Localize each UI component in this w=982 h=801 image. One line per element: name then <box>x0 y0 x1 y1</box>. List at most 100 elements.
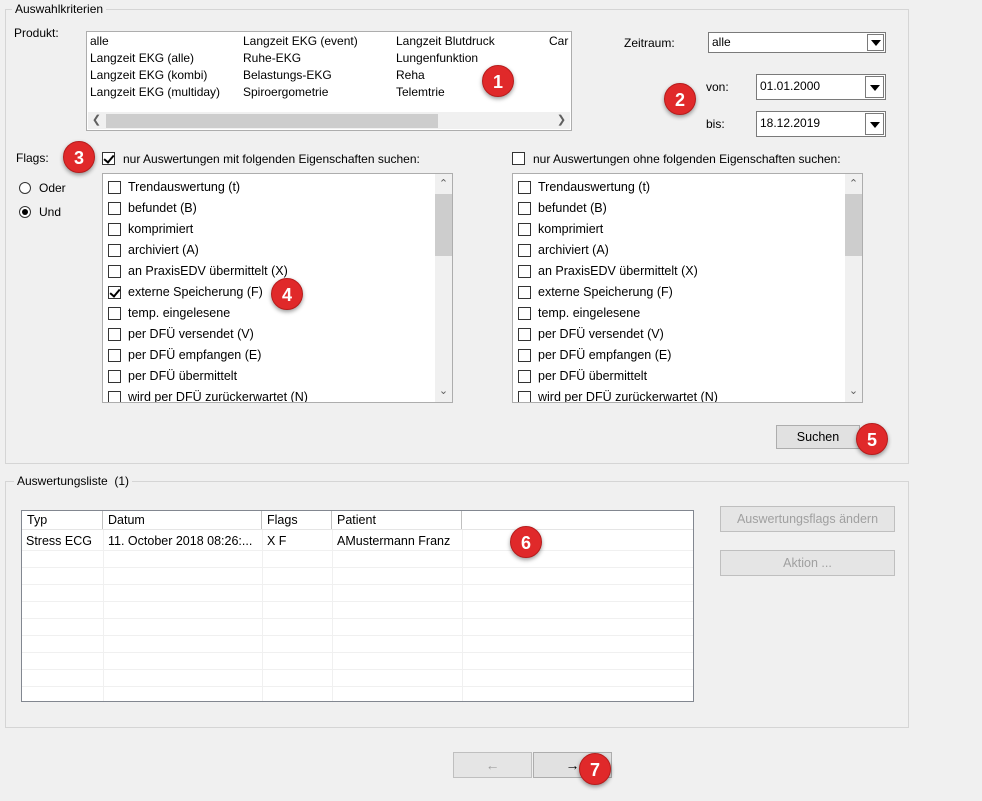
with-flag-checkbox[interactable] <box>108 223 121 236</box>
gridline <box>22 635 693 636</box>
without-flag-checkbox[interactable] <box>518 391 531 402</box>
scroll-thumb[interactable] <box>435 194 452 256</box>
annotation-badge-2: 2 <box>664 83 696 115</box>
with-flag-checkbox[interactable] <box>108 265 121 278</box>
without-flags-scrollbar[interactable]: ⌃ ⌄ <box>845 174 862 402</box>
bis-date-picker[interactable]: 18.12.2019 <box>756 111 886 137</box>
without-flag-label: komprimiert <box>538 222 604 236</box>
with-flags-checkbox[interactable] <box>102 152 115 165</box>
without-flag-checkbox[interactable] <box>518 370 531 383</box>
column-header-flags[interactable]: Flags <box>262 511 332 529</box>
cell-typ: Stress ECG <box>26 534 92 548</box>
von-date-picker[interactable]: 01.01.2000 <box>756 74 886 100</box>
with-flag-label: komprimiert <box>128 222 194 236</box>
annotation-badge-7: 7 <box>579 753 611 785</box>
radio-oder-label[interactable]: Oder <box>39 181 66 195</box>
results-listview[interactable]: Typ Datum Flags Patient Stress ECG 11. O… <box>21 510 694 702</box>
with-flag-label: per DFÜ versendet (V) <box>128 327 254 341</box>
gridline <box>22 550 693 551</box>
without-flag-checkbox[interactable] <box>518 223 531 236</box>
without-flag-checkbox[interactable] <box>518 349 531 362</box>
product-item[interactable]: Telemtrie <box>396 84 495 101</box>
without-flag-checkbox[interactable] <box>518 244 531 257</box>
without-flags-checkbox[interactable] <box>512 152 525 165</box>
change-flags-button[interactable]: Auswertungsflags ändern <box>720 506 895 532</box>
action-button[interactable]: Aktion ... <box>720 550 895 576</box>
product-item[interactable]: Lungenfunktion <box>396 50 495 67</box>
back-button[interactable]: ← <box>453 752 532 778</box>
product-item[interactable]: Reha <box>396 67 495 84</box>
bis-dropdown-button[interactable] <box>865 113 884 135</box>
product-column-3: Langzeit Blutdruck Lungenfunktion Reha T… <box>396 33 495 101</box>
product-item[interactable]: Langzeit EKG (multiday) <box>90 84 220 101</box>
column-header-patient[interactable]: Patient <box>332 511 462 529</box>
cell-datum: 11. October 2018 08:26:... <box>108 534 253 548</box>
column-header-datum[interactable]: Datum <box>103 511 262 529</box>
chevron-down-icon <box>871 40 881 46</box>
scroll-left-icon[interactable]: ❮ <box>88 112 105 129</box>
von-dropdown-button[interactable] <box>865 76 884 98</box>
table-row[interactable]: Stress ECG 11. October 2018 08:26:... X … <box>22 532 693 550</box>
radio-und-label[interactable]: Und <box>39 205 61 219</box>
with-flags-label[interactable]: nur Auswertungen mit folgenden Eigenscha… <box>123 152 420 166</box>
with-flag-checkbox[interactable] <box>108 202 121 215</box>
product-item[interactable]: Spiroergometrie <box>243 84 358 101</box>
annotation-badge-6: 6 <box>510 526 542 558</box>
action-button-label: Aktion ... <box>783 556 832 570</box>
gridline <box>332 530 333 701</box>
with-flag-checkbox[interactable] <box>108 370 121 383</box>
without-flag-label: archiviert (A) <box>538 243 609 257</box>
chevron-down-icon[interactable]: ⌄ <box>845 383 862 400</box>
scroll-thumb[interactable] <box>845 194 862 256</box>
with-flag-checkbox[interactable] <box>108 244 121 257</box>
product-item[interactable]: Ruhe-EKG <box>243 50 358 67</box>
product-item[interactable]: Langzeit Blutdruck <box>396 33 495 50</box>
product-item[interactable]: alle <box>90 33 220 50</box>
without-flag-checkbox[interactable] <box>518 307 531 320</box>
bis-value: 18.12.2019 <box>760 116 821 130</box>
product-column-1: alle Langzeit EKG (alle) Langzeit EKG (k… <box>90 33 220 101</box>
product-column-2: Langzeit EKG (event) Ruhe-EKG Belastungs… <box>243 33 358 101</box>
zeitraum-select[interactable]: alle <box>708 32 886 53</box>
with-flag-label: externe Speicherung (F) <box>128 285 263 299</box>
criteria-group-title: Auswahlkriterien <box>12 2 107 16</box>
without-flag-checkbox[interactable] <box>518 181 531 194</box>
radio-und[interactable] <box>19 206 31 218</box>
chevron-up-icon[interactable]: ⌃ <box>845 176 862 193</box>
annotation-badge-3: 3 <box>63 141 95 173</box>
with-flag-checkbox[interactable] <box>108 328 121 341</box>
scroll-thumb[interactable] <box>106 114 438 128</box>
product-item[interactable]: Langzeit EKG (event) <box>243 33 358 50</box>
with-flag-label: archiviert (A) <box>128 243 199 257</box>
product-item[interactable]: Car <box>549 33 568 50</box>
without-flag-checkbox[interactable] <box>518 265 531 278</box>
without-flags-label[interactable]: nur Auswertungen ohne folgenden Eigensch… <box>533 152 841 166</box>
product-column-4: Car <box>549 33 568 50</box>
with-flag-checkbox[interactable] <box>108 286 121 299</box>
with-flag-checkbox[interactable] <box>108 349 121 362</box>
with-flag-checkbox[interactable] <box>108 307 121 320</box>
von-value: 01.01.2000 <box>760 79 821 93</box>
product-item[interactable]: Langzeit EKG (alle) <box>90 50 220 67</box>
with-flag-checkbox[interactable] <box>108 181 121 194</box>
gridline <box>462 530 463 701</box>
without-flag-checkbox[interactable] <box>518 202 531 215</box>
product-item[interactable]: Belastungs-EKG <box>243 67 358 84</box>
with-flag-label: an PraxisEDV übermittelt (X) <box>128 264 288 278</box>
without-flag-checkbox[interactable] <box>518 286 531 299</box>
zeitraum-dropdown-button[interactable] <box>867 34 884 51</box>
without-flag-label: an PraxisEDV übermittelt (X) <box>538 264 698 278</box>
column-header-typ[interactable]: Typ <box>22 511 103 529</box>
chevron-up-icon[interactable]: ⌃ <box>435 176 452 193</box>
results-group-title: Auswertungsliste (1) <box>14 474 133 488</box>
chevron-down-icon[interactable]: ⌄ <box>435 383 452 400</box>
with-flag-checkbox[interactable] <box>108 391 121 402</box>
scroll-right-icon[interactable]: ❯ <box>553 112 570 129</box>
product-item[interactable]: Langzeit EKG (kombi) <box>90 67 220 84</box>
radio-oder[interactable] <box>19 182 31 194</box>
product-hscrollbar[interactable]: ❮ ❯ <box>88 112 570 129</box>
with-flags-scrollbar[interactable]: ⌃ ⌄ <box>435 174 452 402</box>
without-flags-list[interactable]: wird per DFÜ zurückerwartet (N) per DFÜ ü… <box>512 173 863 403</box>
search-button[interactable]: Suchen <box>776 425 860 449</box>
without-flag-checkbox[interactable] <box>518 328 531 341</box>
